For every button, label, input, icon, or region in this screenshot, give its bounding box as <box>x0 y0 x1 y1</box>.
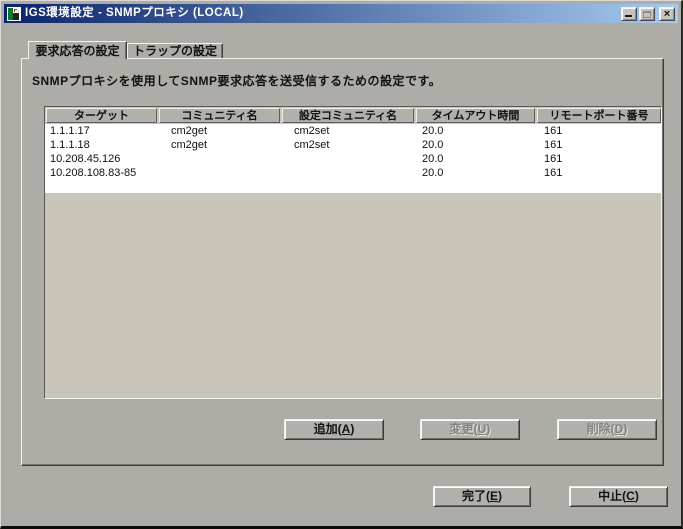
table-body: 1.1.1.17 cm2get cm2set 20.0 161 1.1.1.18… <box>45 124 661 193</box>
table-row[interactable]: 10.208.45.126 20.0 161 <box>45 152 661 166</box>
cancel-button[interactable]: 中止(C) <box>569 486 668 507</box>
close-icon: × <box>660 8 674 20</box>
minimize-button[interactable] <box>621 7 637 21</box>
cell-remote-port: 161 <box>536 124 661 138</box>
cell-community: cm2get <box>158 138 281 152</box>
cell-set-community: cm2set <box>281 124 415 138</box>
cell-timeout: 20.0 <box>415 138 536 152</box>
tab-trap-settings[interactable]: トラップの設定 <box>127 43 223 58</box>
cell-set-community <box>281 152 415 166</box>
description-text: SNMPプロキシを使用してSNMP要求応答を送受信するための設定です。 <box>32 72 441 89</box>
cell-community <box>158 152 281 166</box>
column-header-set-community[interactable]: 設定コミュニティ名 <box>282 108 414 123</box>
cell-timeout: 20.0 <box>415 166 536 180</box>
column-header-timeout[interactable]: タイムアウト時間 <box>416 108 535 123</box>
cell-remote-port: 161 <box>536 138 661 152</box>
cell-timeout: 20.0 <box>415 152 536 166</box>
cell-remote-port: 161 <box>536 166 661 180</box>
dialog-window: IGS環境設定 - SNMPプロキシ (LOCAL) × 要求応答の設定 トラッ… <box>0 0 683 529</box>
column-header-remote-port[interactable]: リモートポート番号 <box>537 108 661 123</box>
finish-button[interactable]: 完了(E) <box>433 486 531 507</box>
tab-request-response-settings[interactable]: 要求応答の設定 <box>28 41 127 59</box>
cell-target: 10.208.45.126 <box>45 152 158 166</box>
delete-button[interactable]: 削除(D) <box>557 419 657 440</box>
table-row[interactable]: 1.1.1.18 cm2get cm2set 20.0 161 <box>45 138 661 152</box>
minimize-icon <box>625 15 632 17</box>
close-button[interactable]: × <box>659 7 675 21</box>
title-bar[interactable]: IGS環境設定 - SNMPプロキシ (LOCAL) × <box>4 4 678 23</box>
cell-community: cm2get <box>158 124 281 138</box>
cell-target: 10.208.108.83-85 <box>45 166 158 180</box>
cell-set-community: cm2set <box>281 138 415 152</box>
maximize-button[interactable] <box>639 7 655 21</box>
app-icon <box>7 7 21 21</box>
window-title: IGS環境設定 - SNMPプロキシ (LOCAL) <box>25 4 619 23</box>
snmp-proxy-table[interactable]: ターゲット コミュニティ名 設定コミュニティ名 タイムアウト時間 リモートポート… <box>44 106 662 399</box>
column-header-community[interactable]: コミュニティ名 <box>159 108 280 123</box>
tab-panel: SNMPプロキシを使用してSNMP要求応答を送受信するための設定です。 ターゲッ… <box>21 58 664 466</box>
cell-remote-port: 161 <box>536 152 661 166</box>
cell-timeout: 20.0 <box>415 124 536 138</box>
cell-target: 1.1.1.17 <box>45 124 158 138</box>
cell-target: 1.1.1.18 <box>45 138 158 152</box>
modify-button[interactable]: 変更(U) <box>420 419 520 440</box>
table-row[interactable]: 10.208.108.83-85 20.0 161 <box>45 166 661 180</box>
table-header-row: ターゲット コミュニティ名 設定コミュニティ名 タイムアウト時間 リモートポート… <box>45 107 661 124</box>
add-button[interactable]: 追加(A) <box>284 419 384 440</box>
column-header-target[interactable]: ターゲット <box>46 108 157 123</box>
maximize-icon <box>643 11 651 18</box>
cell-set-community <box>281 166 415 180</box>
cell-community <box>158 166 281 180</box>
table-row[interactable]: 1.1.1.17 cm2get cm2set 20.0 161 <box>45 124 661 138</box>
